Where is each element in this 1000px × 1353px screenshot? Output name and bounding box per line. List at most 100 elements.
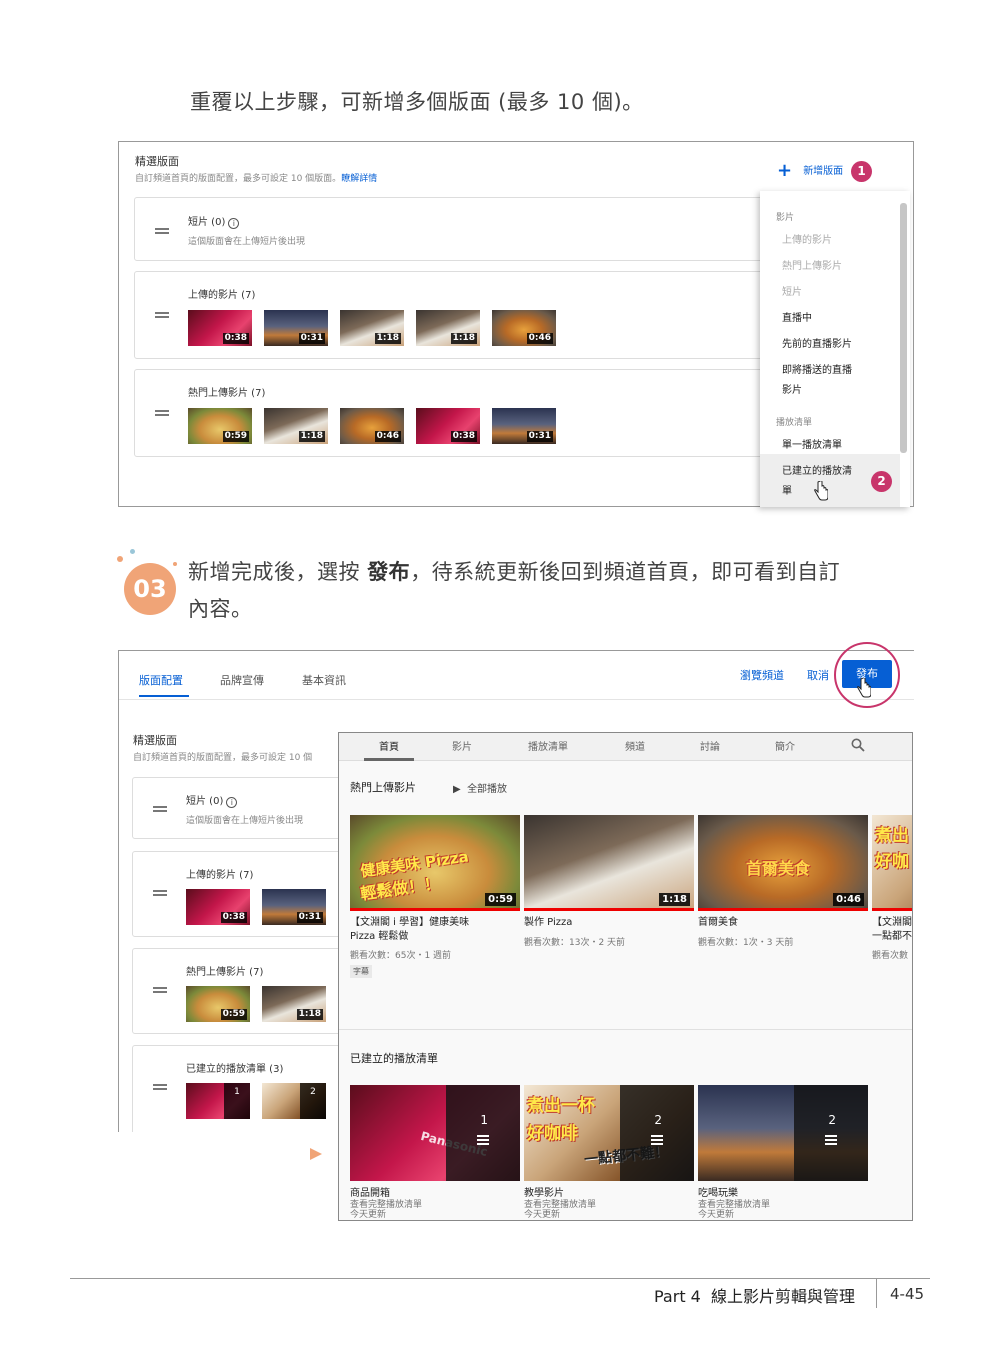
search-icon[interactable] [851,738,865,752]
playlist-thumbnail[interactable]: 2 [698,1085,868,1181]
duration-label: 1:18 [450,333,477,344]
tab-channels[interactable]: 頻道 [625,738,645,753]
playlist-overlay: 2 [620,1085,694,1181]
playlist-icon [825,1135,837,1145]
play-icon: ▶ [453,784,461,795]
shorts-subtitle: 這個版面會在上傳短片後出現 [188,237,306,247]
tab-branding[interactable]: 品牌宣傳 [220,672,264,688]
drag-handle-icon[interactable] [153,987,167,993]
video-meta: 觀看次數 [872,951,909,961]
duration-label: 0:31 [526,431,553,442]
duration-label: 0:31 [296,912,323,923]
menu-item-uploads[interactable]: 上傳的影片 [782,231,832,251]
drag-handle-icon[interactable] [153,890,167,896]
shorts-title: 短片 (0) i [188,213,240,229]
video-thumbnail: 0:31 [262,889,326,925]
duration-label: 0:59 [220,1009,247,1020]
drag-handle-icon[interactable] [155,410,169,416]
shorts-section-card[interactable]: 短片 (0) i 這個版面會在上傳短片後出現 [134,197,794,261]
tab-playlists[interactable]: 播放清單 [528,738,568,753]
duration-label: 1:18 [374,333,401,344]
menu-item-popular-uploads[interactable]: 熱門上傳影片 [782,257,842,277]
playlist-count: 2 [300,1083,326,1119]
publish-highlight-circle [834,642,900,708]
caption-badge: 字幕 [350,965,372,978]
playlist-thumbnail[interactable]: 煮出一杯 好咖啡 一點都不難！ 2 [524,1085,694,1181]
tab-discussion[interactable]: 討論 [700,738,720,753]
playlists-heading: 已建立的播放清單 [350,1052,438,1065]
drag-handle-icon[interactable] [155,228,169,234]
info-icon[interactable]: i [226,797,238,808]
view-playlist-link[interactable]: 查看完整播放清單 [524,1197,596,1210]
decor-dot [117,556,123,562]
hand-cursor-icon [814,481,828,501]
video-thumbnail: 1:18 [416,310,480,346]
video-title[interactable]: 【文淵閣 i 學習】健康美味 Pizza 輕鬆做 [350,916,520,944]
playlist-thumbnail[interactable]: Panasonic 1 [350,1085,520,1181]
video-thumbnail: 0:38 [188,310,252,346]
menu-item-past-live[interactable]: 先前的直播影片 [782,335,852,355]
drag-handle-icon[interactable] [153,806,167,812]
arrow-pointer-icon [310,1148,322,1160]
drag-handle-icon[interactable] [153,1084,167,1090]
view-playlist-link[interactable]: 查看完整播放清單 [698,1197,770,1210]
menu-item-upcoming-live[interactable]: 即將播送的直播 [782,361,852,381]
video-title[interactable]: 【文淵閣 一點都不 [872,916,912,944]
duration-label: 0:46 [526,333,553,344]
info-icon[interactable]: i [228,218,240,229]
video-thumbnail[interactable]: 健康美味 Pizza 輕鬆做！！ 0:59 [350,815,520,911]
playlist-icon [477,1135,489,1145]
footer-separator [876,1278,877,1308]
playlist-thumbnail: 2 [262,1083,326,1119]
section-title: 精選版面 [135,155,179,168]
section-title: 精選版面 [133,734,177,747]
uploads-section-card[interactable]: 上傳的影片 (7) 0:38 0:31 1:18 1:18 0:46 [134,271,794,359]
tab-basic-info[interactable]: 基本資訊 [302,672,346,688]
step-number-badge: 03 [124,563,176,615]
tab-videos[interactable]: 影片 [452,738,472,753]
tab-home[interactable]: 首頁 [379,738,399,753]
section-subtitle: 自訂頻道首頁的版面配置，最多可設定 10 個 [133,753,313,763]
cancel-button[interactable]: 取消 [807,667,829,683]
video-title[interactable]: 製作 Pizza [524,916,572,930]
uploads-title: 上傳的影片 (7) [188,290,256,301]
video-thumbnail: 0:59 [186,986,250,1022]
view-channel-button[interactable]: 瀏覽頻道 [740,667,784,683]
popular-heading: 熱門上傳影片 [350,781,416,794]
watch-progress [524,908,694,911]
video-thumbnail[interactable]: 1:18 [524,815,694,911]
intro-text: 重覆以上步驟，可新增多個版面 (最多 10 個)。 [190,90,644,114]
callout-badge-1: 1 [851,161,872,182]
dropdown-scrollbar[interactable] [900,203,907,453]
callout-badge-2: 2 [871,471,892,492]
learn-more-link[interactable]: 瞭解詳情 [341,174,377,184]
video-title[interactable]: 首爾美食 [698,916,738,930]
video-thumbnail[interactable]: 首爾美食 0:46 [698,815,868,911]
playlist-count: 1 [224,1083,250,1119]
playlist-thumbnail: 1 [186,1083,250,1119]
menu-item-created-playlists[interactable]: 已建立的播放清 [782,462,852,482]
duration-label: 1:18 [298,431,325,442]
header-divider [119,699,914,700]
menu-item-shorts[interactable]: 短片 [782,283,802,303]
duration-label: 0:59 [222,431,249,442]
view-playlist-link[interactable]: 查看完整播放清單 [350,1197,422,1210]
video-thumbnail: 0:38 [416,408,480,444]
tab-about[interactable]: 簡介 [775,738,795,753]
watch-progress [872,908,912,911]
popular-section-card[interactable]: 熱門上傳影片 (7) 0:59 1:18 0:46 0:38 0:31 [134,369,794,457]
playlist-overlay: 1 [446,1085,520,1181]
menu-item-single-playlist[interactable]: 單一播放清單 [782,436,842,456]
menu-item-live-now[interactable]: 直播中 [782,309,812,329]
video-thumbnail[interactable]: 煮出 好咖 [872,815,912,911]
video-thumbnail: 0:31 [492,408,556,444]
drag-handle-icon[interactable] [155,312,169,318]
video-meta: 觀看次數：65次・1 週前 [350,951,452,961]
add-section-button[interactable]: + 新增版面 [777,160,843,181]
tab-layout[interactable]: 版面配置 [139,672,183,688]
uploads-title: 上傳的影片 (7) [186,870,254,881]
page-number: 4-45 [890,1285,925,1303]
duration-label: 0:46 [374,431,401,442]
video-thumbnail: 1:18 [340,310,404,346]
play-all-button[interactable]: ▶ 全部播放 [453,780,507,795]
